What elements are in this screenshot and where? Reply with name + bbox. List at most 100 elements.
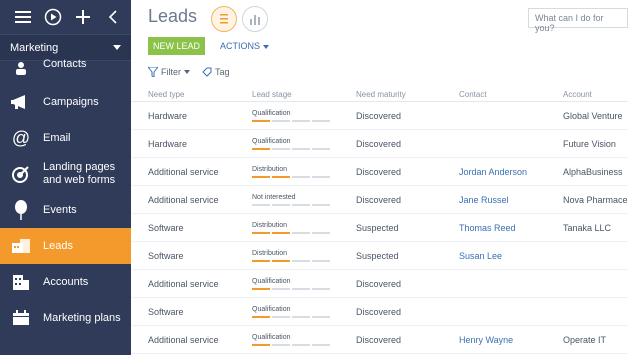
plus-icon[interactable] (68, 2, 98, 32)
lead-stage-cell: Distribution (252, 158, 352, 185)
sidebar-item-email[interactable]: @ Email (0, 120, 131, 156)
actions-menu[interactable]: ACTIONS (220, 41, 270, 51)
search-input[interactable]: What can I do for you? (528, 8, 628, 33)
chevron-down-icon (184, 70, 190, 74)
stage-progress-segment (292, 315, 310, 318)
bar-chart-icon (250, 15, 260, 25)
table-row[interactable]: Software Distribution Suspected Susan Lee (131, 242, 628, 270)
table-row[interactable]: Additional service Qualification Discovere… (131, 326, 628, 354)
lead-stage-label: Qualification (252, 305, 291, 313)
lead-stage-label: Qualification (252, 137, 291, 145)
stage-progress-segment (252, 287, 270, 290)
need-type-cell: Software (148, 222, 184, 233)
lead-stage-label: Distribution (252, 249, 288, 257)
stage-progress-segment (292, 343, 310, 346)
leads-table: Need type Lead stage Need maturity Conta… (131, 88, 628, 354)
stage-progress-segment (272, 343, 290, 346)
stage-progress-segment (272, 147, 290, 150)
stage-progress-bar (252, 231, 330, 234)
account-cell: Future Vision (563, 138, 616, 149)
actions-label: ACTIONS (220, 41, 261, 51)
contact-link[interactable] (459, 298, 559, 325)
stage-progress-segment (252, 343, 270, 346)
table-row[interactable]: Software Qualification Discovered (131, 298, 628, 326)
column-header[interactable]: Account (563, 88, 628, 101)
sidebar-item-events[interactable]: Events (0, 192, 131, 228)
contact-link[interactable]: Susan Lee (459, 242, 559, 269)
lead-stage-cell: Qualification (252, 102, 352, 129)
need-maturity-cell: Suspected (356, 222, 399, 233)
sidebar-item-marketing-plans[interactable]: Marketing plans (0, 300, 131, 336)
stage-progress-segment (272, 175, 290, 178)
lead-stage-cell: Qualification (252, 130, 352, 157)
menu-icon[interactable] (8, 2, 38, 32)
account-cell (563, 270, 628, 297)
lead-stage-cell: Distribution (252, 214, 352, 241)
table-row[interactable]: Hardware Qualification Discovered Future Vi… (131, 130, 628, 158)
account-cell (563, 242, 628, 269)
sidebar-item-label: Landing pages and web forms (43, 161, 116, 186)
funnel-icon (148, 67, 158, 77)
sidebar-item-campaigns[interactable]: Campaigns (0, 84, 131, 120)
lead-stage-cell: Not interested (252, 186, 352, 213)
table-header: Need type Lead stage Need maturity Conta… (131, 88, 628, 102)
contact-link[interactable] (459, 102, 559, 129)
balloon-icon (10, 199, 32, 221)
contact-link[interactable] (459, 270, 559, 297)
stage-progress-segment (292, 259, 310, 262)
column-header[interactable]: Lead stage (252, 88, 352, 101)
contact-link[interactable]: Henry Wayne (459, 326, 559, 353)
list-view-button[interactable] (211, 6, 237, 32)
sidebar-nav: Contacts Campaigns @ Email Landing pages… (0, 56, 131, 336)
stage-progress-bar (252, 203, 330, 206)
calendar-icon (10, 307, 32, 329)
tag-button[interactable]: Tag (202, 67, 230, 77)
megaphone-icon (10, 91, 32, 113)
collapse-chevron-icon[interactable] (98, 2, 128, 32)
stage-progress-bar (252, 343, 330, 346)
column-header[interactable]: Need maturity (356, 88, 456, 101)
account-cell: Global Venture (563, 110, 623, 121)
stage-progress-segment (272, 287, 290, 290)
sidebar-item-accounts[interactable]: Accounts (0, 264, 131, 300)
stage-progress-segment (292, 147, 310, 150)
table-row[interactable]: Additional service Qualification Discovere… (131, 270, 628, 298)
stage-progress-segment (252, 147, 270, 150)
stage-progress-segment (252, 175, 270, 178)
contact-link[interactable]: Jane Russel (459, 186, 559, 213)
stage-progress-segment (272, 119, 290, 122)
stage-progress-segment (252, 203, 270, 206)
need-maturity-cell: Discovered (356, 306, 402, 317)
workplace-label: Marketing (10, 41, 59, 54)
person-icon (10, 58, 32, 80)
sidebar-item-leads[interactable]: Leads (0, 228, 131, 264)
column-header[interactable]: Contact (459, 88, 559, 101)
account-cell: Tanaka LLC (563, 222, 612, 233)
column-header[interactable]: Need type (148, 88, 248, 101)
stage-progress-segment (252, 315, 270, 318)
contact-link[interactable]: Thomas Reed (459, 214, 559, 241)
sidebar: Marketing Contacts Campaigns @ Email Lan… (0, 0, 131, 355)
tag-icon (202, 67, 212, 77)
building-icon (10, 271, 32, 293)
table-row[interactable]: Software Distribution Suspected Thomas Reed… (131, 214, 628, 242)
stage-progress-segment (312, 315, 330, 318)
contact-link[interactable]: Jordan Anderson (459, 158, 559, 185)
table-row[interactable]: Additional service Not interested Discover… (131, 186, 628, 214)
need-type-cell: Additional service (148, 166, 219, 177)
table-row[interactable]: Hardware Qualification Discovered Global Ve… (131, 102, 628, 130)
stage-progress-segment (292, 119, 310, 122)
stage-progress-segment (292, 287, 310, 290)
contact-link[interactable] (459, 130, 559, 157)
analytics-view-button[interactable] (242, 6, 268, 32)
stage-progress-segment (292, 175, 310, 178)
filter-button[interactable]: Filter (148, 67, 190, 77)
sidebar-item-landing-pages[interactable]: Landing pages and web forms (0, 156, 131, 192)
sidebar-item-label: Events (43, 203, 77, 216)
table-body: Hardware Qualification Discovered Global Ve… (131, 102, 628, 354)
new-lead-button[interactable]: NEW LEAD (148, 37, 205, 55)
sidebar-item-contacts[interactable]: Contacts (0, 56, 131, 84)
page-title: Leads (148, 6, 198, 26)
table-row[interactable]: Additional service Distribution Discovered… (131, 158, 628, 186)
play-icon[interactable] (38, 2, 68, 32)
